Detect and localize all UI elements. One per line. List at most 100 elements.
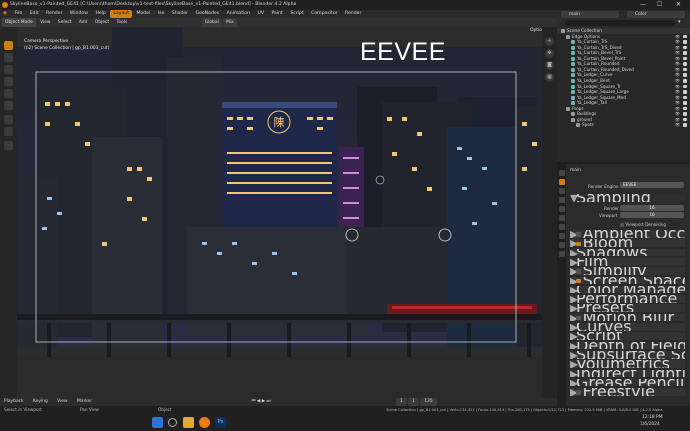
section-row[interactable]: ▸Screen Space Reflections — [570, 276, 685, 286]
tab-compositor[interactable]: Compositor — [308, 10, 340, 18]
menu-add[interactable]: Add — [76, 18, 91, 27]
view-layer-tab-icon[interactable] — [559, 197, 565, 203]
tab-uv[interactable]: UV — [255, 10, 268, 18]
collection-tab-icon[interactable] — [559, 224, 565, 230]
render-toggle-icon[interactable] — [683, 84, 687, 89]
render-toggle-icon[interactable] — [683, 117, 687, 122]
pan-icon[interactable]: ✥ — [545, 49, 554, 58]
menu-window[interactable]: Window — [67, 10, 91, 18]
render-engine-dropdown[interactable]: EEVEE — [620, 182, 684, 188]
section-row[interactable]: ▸Subsurface Scattering — [570, 350, 685, 360]
render-toggle-icon[interactable] — [683, 56, 687, 61]
section-row[interactable]: ▸Simplify — [570, 267, 685, 276]
tab-render[interactable]: Render — [342, 10, 364, 18]
section-row[interactable]: ▸Color Management — [570, 285, 685, 295]
visibility-eye-icon[interactable]: 👁 — [675, 122, 680, 128]
menu-render[interactable]: Render — [43, 10, 65, 18]
outliner-search-input[interactable] — [565, 20, 675, 26]
keying-menu[interactable]: Keying — [29, 398, 52, 406]
tab-paint[interactable]: Paint — [268, 10, 285, 18]
section-checkbox[interactable] — [576, 232, 581, 237]
section-row[interactable]: ▸Film — [570, 257, 685, 267]
render-toggle-icon[interactable] — [683, 62, 687, 66]
marker-menu[interactable]: Marker — [73, 398, 96, 406]
rotate-tool-icon[interactable] — [4, 77, 13, 86]
menu-help[interactable]: Help — [92, 10, 108, 18]
measure-tool-icon[interactable] — [4, 127, 13, 136]
section-checkbox[interactable] — [576, 390, 581, 395]
maximize-button[interactable]: ☐ — [657, 0, 662, 10]
annotate-tool-icon[interactable] — [4, 115, 13, 124]
pivot-selector[interactable]: Mix — [223, 18, 237, 27]
menu-file[interactable]: File — [11, 10, 25, 18]
section-sampling[interactable]: ▾Sampling — [570, 194, 685, 203]
section-row[interactable]: ▸Ambient Occlusion — [570, 230, 685, 239]
zoom-icon[interactable]: + — [545, 37, 554, 46]
section-row[interactable]: ▸Script — [570, 332, 685, 341]
view-layer-selector[interactable]: Color — [627, 11, 685, 18]
object-tab-icon[interactable] — [559, 233, 565, 239]
transform-tool-icon[interactable] — [4, 101, 13, 110]
blender-menu-icon[interactable]: ◉ — [0, 10, 10, 18]
render-toggle-icon[interactable] — [683, 45, 687, 50]
end-frame-field[interactable]: 135 — [420, 398, 437, 406]
viewport-samples-field[interactable]: 16 — [620, 212, 684, 218]
scene-tab-icon[interactable] — [559, 206, 565, 212]
playback-menu[interactable]: Playback — [0, 398, 28, 406]
add-cube-tool-icon[interactable] — [4, 141, 13, 150]
filter-icon[interactable]: ▾ — [678, 19, 681, 25]
tab-animation[interactable]: Animation — [224, 10, 253, 18]
orientation-selector[interactable]: Global — [201, 18, 222, 27]
render-toggle-icon[interactable] — [683, 106, 687, 111]
section-row[interactable]: ▸Performance — [570, 295, 685, 304]
section-row[interactable]: ▸Indirect Lighting — [570, 369, 685, 379]
render-toggle-icon[interactable] — [683, 95, 687, 100]
section-row[interactable]: ▸Freestyle — [570, 388, 685, 397]
tab-shader[interactable]: Shader — [169, 10, 191, 18]
file-explorer-icon[interactable] — [183, 417, 194, 428]
menu-edit[interactable]: Edit — [27, 10, 42, 18]
outliner-row[interactable]: Spots 👁 — [557, 122, 690, 128]
material-tab-icon[interactable] — [559, 251, 565, 257]
section-row[interactable]: ▸Bloom — [570, 239, 685, 248]
section-checkbox[interactable] — [576, 278, 581, 284]
section-row[interactable]: ▸Volumetrics — [570, 360, 685, 369]
play-controls[interactable]: ⏮ ◀ ▶ ⏭ — [248, 398, 275, 406]
section-checkbox[interactable] — [576, 269, 581, 274]
render-toggle-icon[interactable] — [683, 73, 687, 77]
tool-tab-icon[interactable] — [559, 170, 565, 176]
start-icon[interactable] — [152, 417, 163, 428]
section-row[interactable]: ▸Shadows — [570, 248, 685, 258]
section-row[interactable]: ▸Motion Blur — [570, 313, 685, 323]
properties-search[interactable]: main — [570, 167, 610, 174]
render-toggle-icon[interactable] — [683, 101, 687, 105]
mode-selector[interactable]: Object Mode — [2, 18, 36, 27]
section-row[interactable]: ▸Depth of Field — [570, 341, 685, 351]
render-toggle-icon[interactable] — [683, 78, 687, 83]
tab-ise[interactable]: Ise — [155, 10, 168, 18]
tab-model[interactable]: Model — [133, 10, 153, 18]
section-checkbox[interactable] — [576, 241, 581, 247]
section-checkbox[interactable] — [576, 315, 581, 321]
scale-tool-icon[interactable] — [4, 89, 13, 98]
render-samples-field[interactable]: 16 — [620, 205, 684, 211]
menu-tools[interactable]: Tools — [114, 18, 131, 27]
3d-viewport[interactable]: 陳 — [17, 27, 557, 398]
cursor-tool-icon[interactable] — [4, 53, 13, 62]
menu-select[interactable]: Select — [55, 18, 75, 27]
select-box-tool-icon[interactable] — [4, 41, 13, 50]
search-icon[interactable] — [168, 418, 177, 427]
section-row[interactable]: ▸Grease Pencil — [570, 378, 685, 388]
modifier-tab-icon[interactable] — [559, 242, 565, 248]
scene-selector[interactable]: main — [561, 11, 619, 18]
view-menu[interactable]: View — [53, 398, 71, 406]
section-row[interactable]: ▸Curves — [570, 323, 685, 332]
photoshop-icon[interactable]: Ps — [215, 417, 226, 428]
minimize-button[interactable]: — — [640, 0, 646, 10]
render-toggle-icon[interactable] — [683, 67, 687, 72]
viewport-denoising-checkbox[interactable]: Viewport Denoising — [620, 222, 666, 227]
render-toggle-icon[interactable] — [683, 40, 687, 44]
camera-view-icon[interactable]: ◙ — [545, 61, 554, 70]
start-frame-field[interactable]: 1 — [408, 398, 419, 406]
tab-geonodes[interactable]: GeoNodes — [193, 10, 223, 18]
